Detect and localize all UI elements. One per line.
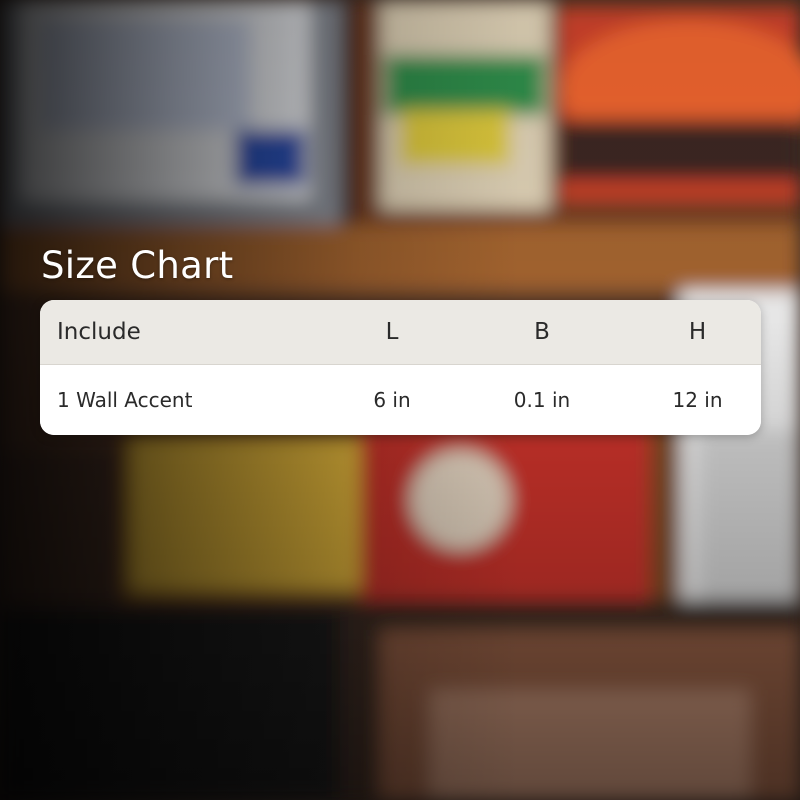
- cell-length: 6 in: [373, 387, 411, 412]
- header-breadth: B: [467, 300, 617, 365]
- cell-breadth: 0.1 in: [513, 387, 571, 412]
- size-chart-title: Size Chart: [41, 244, 234, 287]
- header-include: Include: [40, 300, 317, 365]
- cell-height: 12 in: [672, 387, 723, 412]
- cell-include: 1 Wall Accent: [57, 387, 193, 412]
- size-chart-table: Include L B H 1 Wall Accent 6 in 0.1 in …: [40, 300, 761, 435]
- table-row: 1 Wall Accent 6 in 0.1 in 12 in: [40, 364, 761, 435]
- header-length: L: [317, 300, 467, 365]
- size-chart-table-card: Include L B H 1 Wall Accent 6 in 0.1 in …: [40, 300, 761, 435]
- header-height: H: [617, 300, 761, 365]
- table-header-row: Include L B H: [40, 300, 761, 365]
